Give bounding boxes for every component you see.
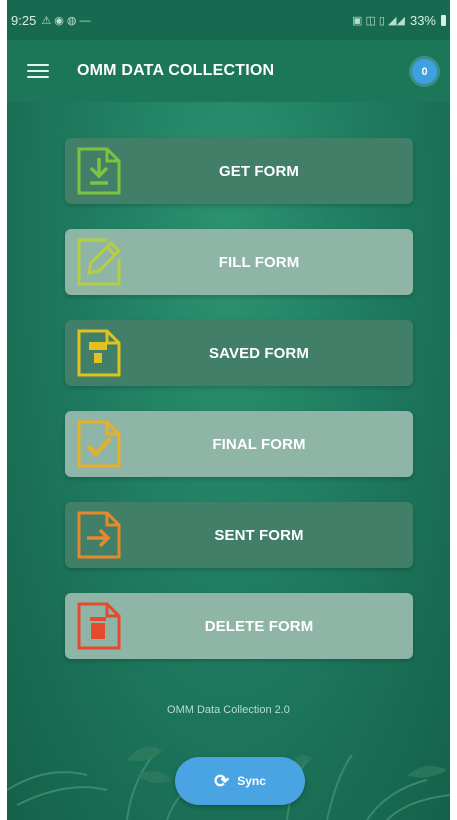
notification-icons: ⚠ ◉ ◍ — — [41, 14, 91, 27]
fill-form-button[interactable]: FILL FORM — [65, 229, 413, 295]
download-file-icon — [75, 146, 123, 196]
status-bar: 9:25 ⚠ ◉ ◍ — ▣ ◫ ▯ ◢◢ 33% — [7, 0, 450, 40]
app-bar: OMM DATA COLLECTION 0 — [7, 40, 450, 102]
app-title: OMM DATA COLLECTION — [77, 62, 275, 79]
notification-badge[interactable]: 0 — [412, 59, 437, 84]
app-screen: 9:25 ⚠ ◉ ◍ — ▣ ◫ ▯ ◢◢ 33% OMM DATA COLLE… — [7, 0, 450, 820]
sync-label: Sync — [237, 774, 266, 788]
form-menu: GET FORM FILL FORM SAVED FORM FINAL FORM… — [65, 138, 413, 684]
sent-form-button[interactable]: SENT FORM — [65, 502, 413, 568]
delete-form-button[interactable]: DELETE FORM — [65, 593, 413, 659]
status-time: 9:25 — [11, 12, 37, 28]
version-text: OMM Data Collection 2.0 — [167, 704, 290, 716]
final-form-button[interactable]: FINAL FORM — [65, 411, 413, 477]
get-form-button[interactable]: GET FORM — [65, 138, 413, 204]
save-file-icon — [75, 328, 123, 378]
sync-icon: ⟳ — [214, 771, 230, 791]
delete-file-icon — [75, 601, 123, 651]
battery-percent: 33% — [409, 12, 436, 28]
send-file-icon — [75, 510, 123, 560]
saved-form-button[interactable]: SAVED FORM — [65, 320, 413, 386]
hamburger-menu-icon[interactable] — [27, 64, 49, 78]
check-file-icon — [75, 419, 123, 469]
sync-button[interactable]: ⟳ Sync — [175, 757, 305, 805]
signal-icons: ▣ ◫ ▯ ◢◢ — [352, 14, 405, 27]
edit-file-icon — [75, 237, 123, 287]
battery-icon — [441, 14, 446, 26]
